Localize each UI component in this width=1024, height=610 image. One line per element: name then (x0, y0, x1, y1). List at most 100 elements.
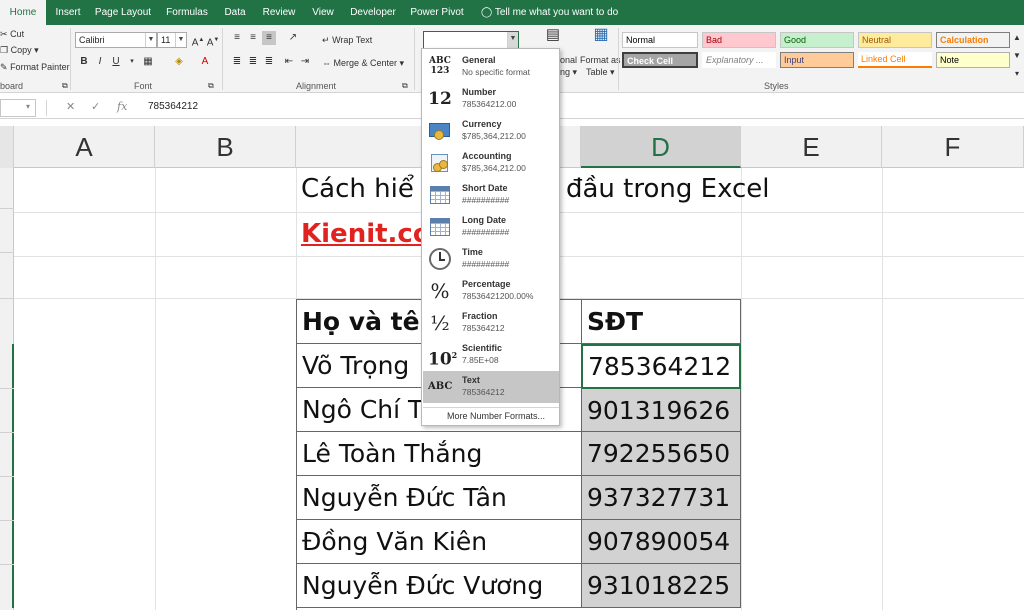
sheet-title-left[interactable]: Cách hiể (301, 174, 414, 204)
tab-home[interactable]: Home (0, 0, 46, 25)
styles-more[interactable]: ▾ (1012, 67, 1022, 81)
table-cell-phone[interactable]: 901319626 (582, 389, 741, 432)
column-header-e[interactable]: E (741, 126, 882, 168)
number-format-combo[interactable]: ▼ (423, 31, 519, 49)
font-dialog-launcher[interactable]: ⧉ (208, 81, 214, 91)
align-bottom-icon[interactable]: ≡ (262, 31, 276, 45)
merge-center-button[interactable]: ⇔ Merge & Center ▾ (322, 58, 404, 69)
format-item-time[interactable]: Time ########## (423, 243, 559, 275)
tab-review[interactable]: Review (258, 0, 300, 25)
style-calculation[interactable]: Calculation (936, 32, 1010, 48)
format-as-table-label[interactable]: Format as (580, 55, 621, 65)
name-box[interactable] (0, 99, 36, 117)
calendar-icon (428, 184, 452, 206)
style-input[interactable]: Input (780, 52, 854, 68)
table-cell-name[interactable]: Nguyễn Đức Tân (297, 476, 582, 520)
format-item-scientific[interactable]: 102 Scientific 7.85E+08 (423, 339, 559, 371)
borders-icon[interactable]: ▦ (141, 55, 155, 69)
align-right-icon[interactable]: ≣ (262, 55, 276, 69)
conditional-formatting-icon[interactable]: ▤ (543, 27, 563, 48)
tab-insert[interactable]: Insert (50, 0, 86, 25)
table-cell-phone[interactable]: 931018225 (582, 564, 741, 608)
formula-input[interactable]: 785364212 (148, 101, 198, 112)
align-left-icon[interactable]: ≣ (230, 55, 244, 69)
format-item-percentage[interactable]: % Percentage 78536421200.00% (423, 275, 559, 307)
column-header-f[interactable]: F (882, 126, 1024, 168)
chevron-down-icon[interactable]: ▾ (26, 102, 30, 111)
cut-button[interactable]: ✂ Cut (0, 29, 24, 40)
alignment-dialog-launcher[interactable]: ⧉ (402, 81, 408, 91)
format-item-fraction[interactable]: ½ Fraction 785364212 (423, 307, 559, 339)
tab-power-pivot[interactable]: Power Pivot (406, 0, 468, 25)
tab-view[interactable]: View (308, 0, 338, 25)
format-as-table-icon[interactable]: ▦ (590, 27, 612, 50)
style-bad[interactable]: Bad (702, 32, 776, 48)
font-name-combo[interactable]: Calibri ▼ (75, 32, 157, 48)
fill-color-icon[interactable]: ◈ (172, 55, 186, 69)
conditional-formatting-label[interactable]: onal (560, 55, 577, 65)
format-as-table-label2[interactable]: Table ▾ (586, 67, 615, 78)
format-painter-button[interactable]: ✎ Format Painter (0, 62, 70, 73)
decrease-indent-icon[interactable]: ⇤ (282, 55, 296, 69)
format-item-accounting[interactable]: Accounting $785,364,212.00 (423, 147, 559, 179)
tell-me-search[interactable]: ◯ Tell me what you want to do (481, 0, 618, 25)
grid-line (882, 168, 883, 610)
underline-dropdown[interactable]: ▾ (125, 55, 139, 69)
select-all-corner[interactable] (0, 126, 14, 168)
sheet-link[interactable]: Kienit.co (301, 219, 431, 249)
cancel-icon[interactable]: ✕ (66, 100, 75, 113)
grow-font-button[interactable]: A▲ (191, 33, 205, 48)
format-item-number[interactable]: 12 Number 785364212.00 (423, 83, 559, 115)
table-cell-name[interactable]: Lê Toàn Thắng (297, 432, 582, 476)
column-header-a[interactable]: A (14, 126, 155, 168)
orientation-icon[interactable]: ↗ (286, 31, 300, 45)
shrink-font-button[interactable]: A▼ (206, 33, 220, 48)
style-good[interactable]: Good (780, 32, 854, 48)
style-normal[interactable]: Normal (622, 32, 698, 48)
enter-icon[interactable]: ✓ (91, 100, 100, 113)
format-item-general[interactable]: ABC 123 General No specific format (423, 51, 559, 83)
style-note[interactable]: Note (936, 52, 1010, 68)
tab-formulas[interactable]: Formulas (162, 0, 212, 25)
tab-page-layout[interactable]: Page Layout (92, 0, 154, 25)
table-header-phone[interactable]: SĐT (582, 300, 741, 344)
tab-developer[interactable]: Developer (346, 0, 400, 25)
style-explanatory[interactable]: Explanatory ... (702, 52, 776, 68)
clock-icon (428, 248, 452, 270)
style-linked-cell[interactable]: Linked Cell (858, 52, 932, 68)
format-item-currency[interactable]: Currency $785,364,212.00 (423, 115, 559, 147)
sheet-title-right[interactable]: đầu trong Excel (566, 174, 770, 204)
styles-scroll-down[interactable]: ▼ (1012, 49, 1022, 63)
table-cell-name[interactable]: Nguyễn Đức Vương (297, 564, 582, 608)
clipboard-dialog-launcher[interactable]: ⧉ (62, 81, 68, 91)
align-middle-icon[interactable]: ≡ (246, 31, 260, 45)
table-cell-name[interactable]: Đồng Văn Kiên (297, 520, 582, 564)
table-cell-phone[interactable]: 907890054 (582, 520, 741, 564)
format-item-text[interactable]: ABC Text 785364212 (423, 371, 559, 403)
insert-function-button[interactable]: fx (117, 100, 127, 113)
table-cell-phone[interactable]: 792255650 (582, 432, 741, 476)
underline-button[interactable]: U (109, 55, 123, 69)
wrap-text-button[interactable]: ↵ Wrap Text (322, 35, 372, 46)
column-header-b[interactable]: B (155, 126, 296, 168)
more-number-formats-link[interactable]: More Number Formats... (423, 407, 559, 425)
row-header-column[interactable] (0, 168, 14, 610)
align-top-icon[interactable]: ≡ (230, 31, 244, 45)
increase-indent-icon[interactable]: ⇥ (298, 55, 312, 69)
bold-button[interactable]: B (77, 55, 91, 69)
style-neutral[interactable]: Neutral (858, 32, 932, 48)
tab-data[interactable]: Data (220, 0, 250, 25)
conditional-formatting-label2[interactable]: ng ▾ (560, 67, 577, 78)
copy-button[interactable]: ❐ Copy ▾ (0, 45, 39, 56)
table-cell-phone-active[interactable]: 785364212 (581, 344, 741, 389)
font-size-combo[interactable]: 11 ▼ (157, 32, 187, 48)
table-cell-phone[interactable]: 937327731 (582, 476, 741, 520)
style-check-cell[interactable]: Check Cell (622, 52, 698, 68)
styles-scroll-up[interactable]: ▲ (1012, 31, 1022, 45)
format-item-short-date[interactable]: Short Date ########## (423, 179, 559, 211)
align-center-icon[interactable]: ≣ (246, 55, 260, 69)
column-header-d[interactable]: D (581, 126, 741, 168)
italic-button[interactable]: I (93, 55, 107, 69)
font-color-icon[interactable]: A (198, 55, 212, 69)
format-item-long-date[interactable]: Long Date ########## (423, 211, 559, 243)
